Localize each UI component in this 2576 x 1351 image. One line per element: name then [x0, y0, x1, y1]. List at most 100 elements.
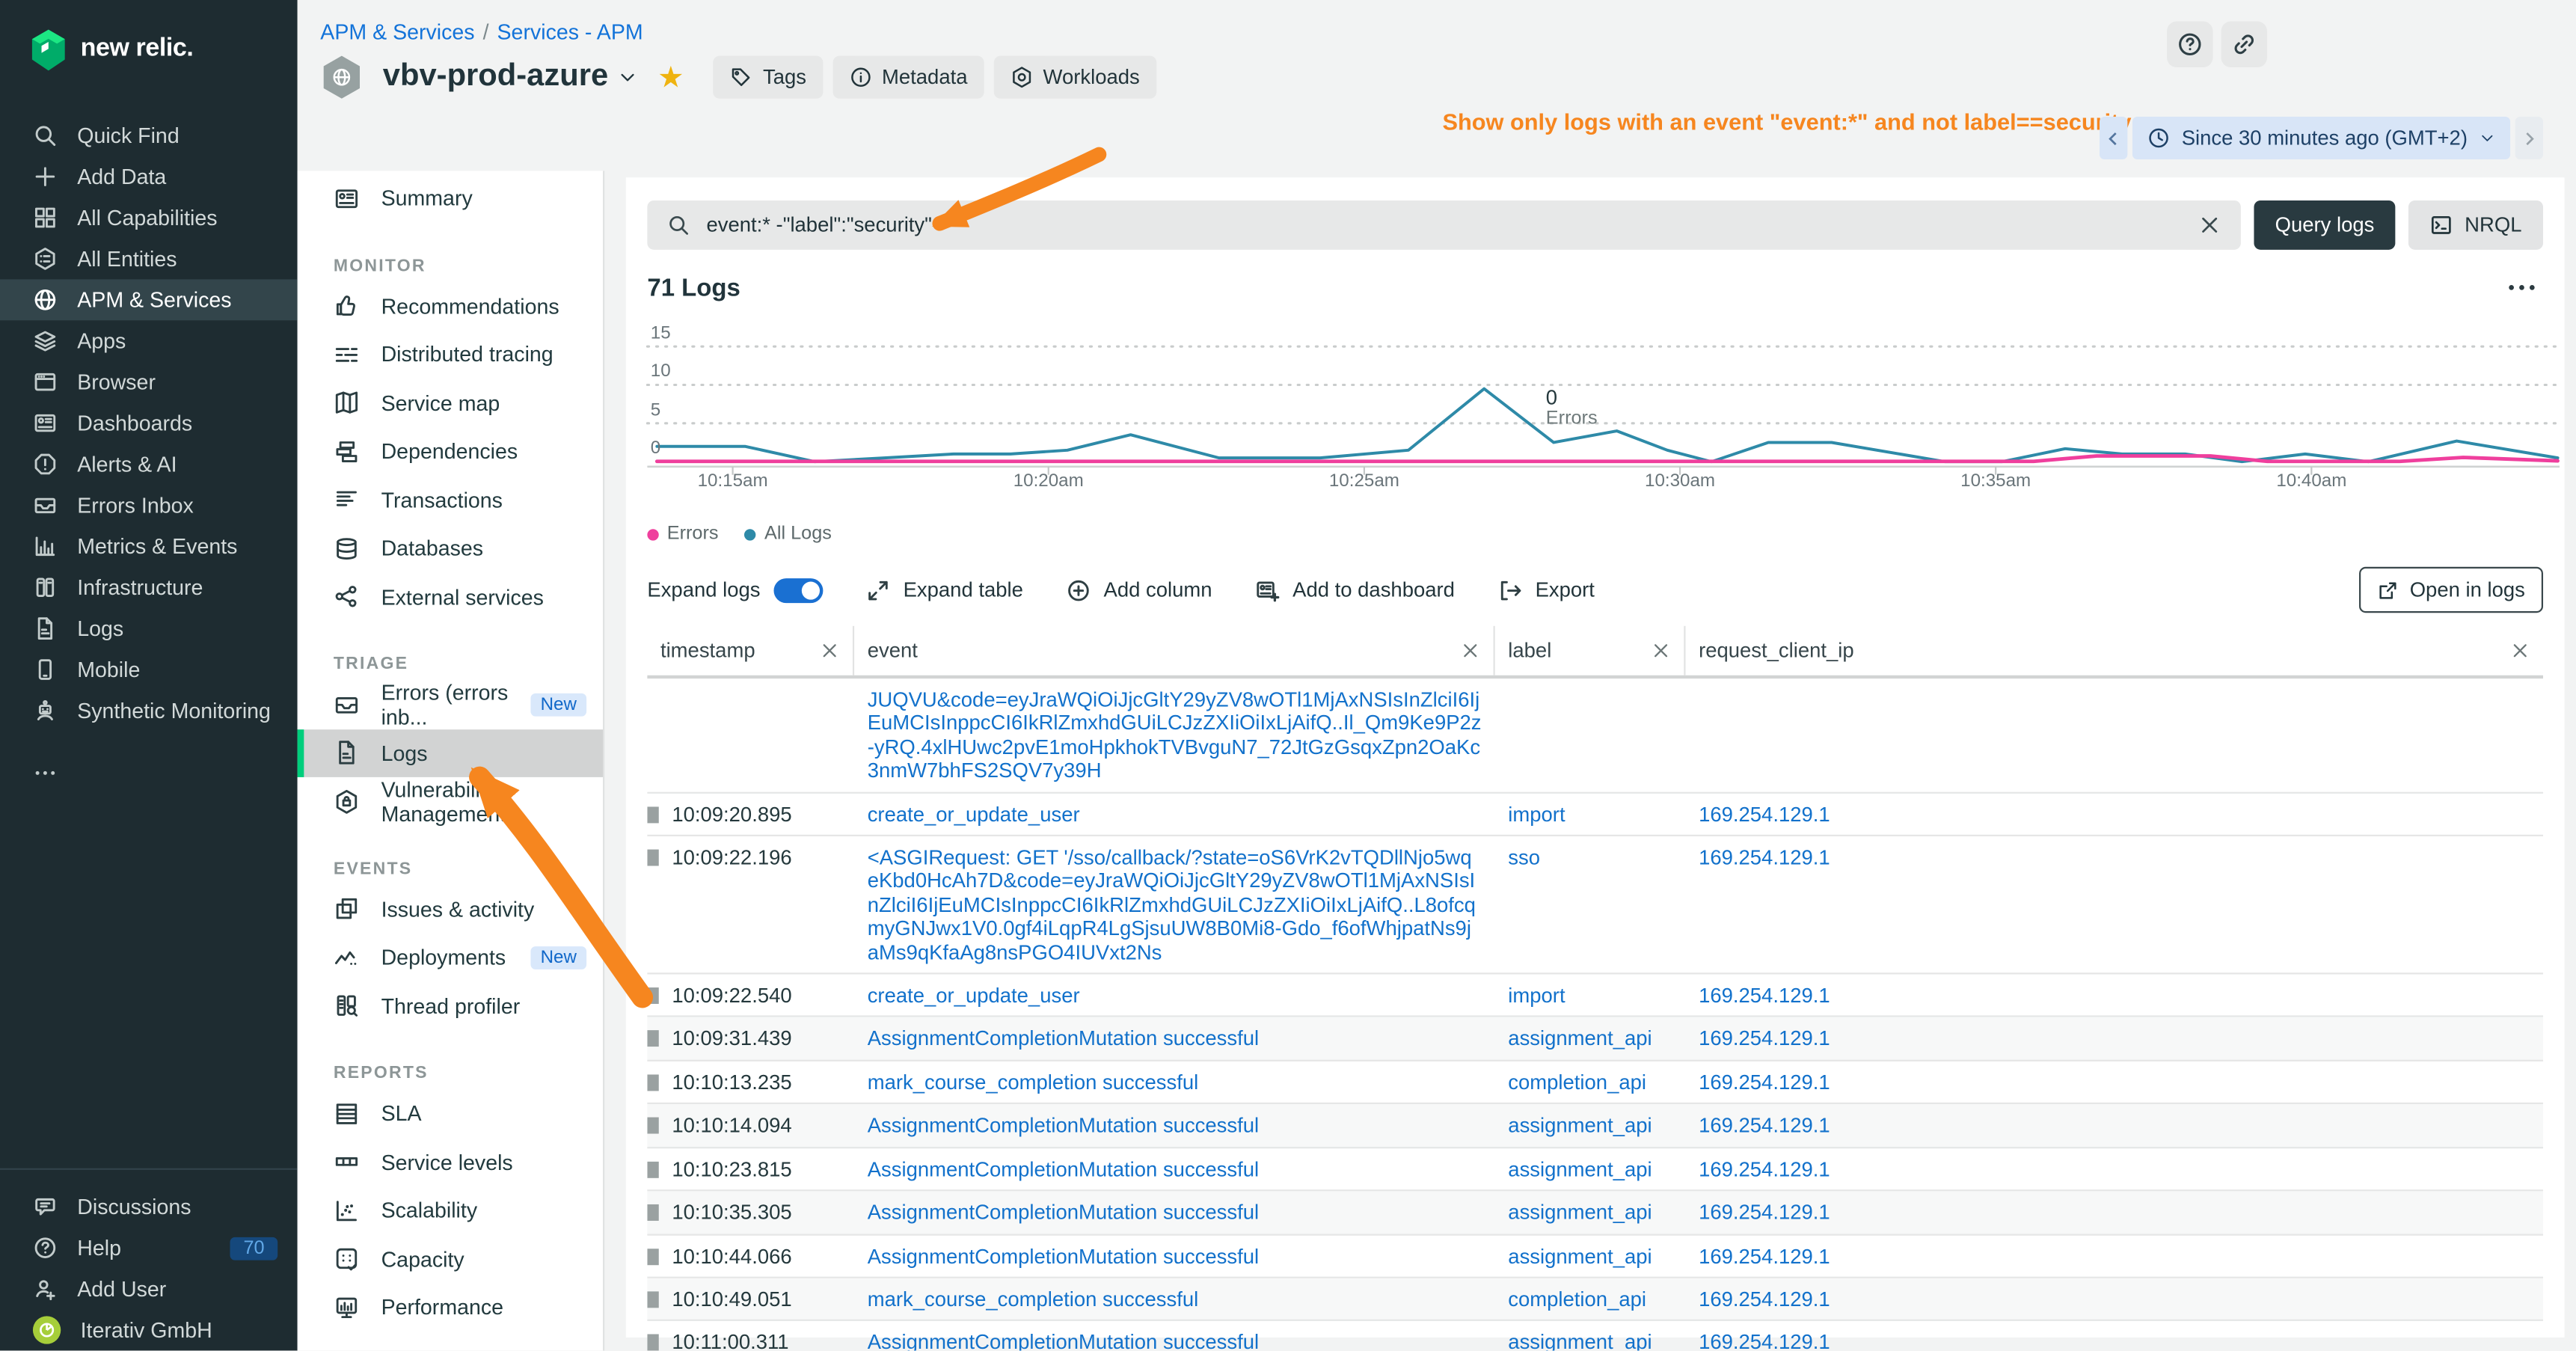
new-relic-logo[interactable]: new relic. [0, 0, 298, 79]
ip-link[interactable]: 169.254.129.1 [1699, 803, 1830, 826]
add-column-button[interactable]: Add column [1066, 578, 1212, 602]
sidebar-item-apm-services[interactable]: APM & Services [0, 279, 298, 320]
event-link[interactable]: create_or_update_user [868, 984, 1080, 1008]
log-row[interactable]: 10:10:44.066 AssignmentCompletionMutatio… [647, 1235, 2543, 1278]
sidebar-item-all-capabilities[interactable]: All Capabilities [0, 197, 298, 239]
sidebar-item-mobile[interactable]: Mobile [0, 649, 298, 690]
row-marker[interactable] [647, 1204, 658, 1221]
ip-link[interactable]: 169.254.129.1 [1699, 1158, 1830, 1181]
subnav-item-databases[interactable]: Databases [298, 524, 604, 573]
log-query-input[interactable] [703, 212, 2185, 238]
log-row[interactable]: 10:11:00.311 AssignmentCompletionMutatio… [647, 1322, 2543, 1351]
event-link[interactable]: AssignmentCompletionMutation successful [868, 1201, 1259, 1225]
ip-link[interactable]: 169.254.129.1 [1699, 1332, 1830, 1351]
event-link[interactable]: <ASGIRequest: GET '/sso/callback/?state=… [868, 846, 1476, 964]
row-marker[interactable] [647, 1248, 658, 1264]
row-marker[interactable] [647, 850, 658, 866]
remove-column-icon[interactable] [820, 641, 839, 661]
sidebar-item-infrastructure[interactable]: Infrastructure [0, 567, 298, 608]
event-link[interactable]: AssignmentCompletionMutation successful [868, 1245, 1259, 1268]
sidebar-item-add-data[interactable]: Add Data [0, 156, 298, 197]
logs-options-menu-button[interactable] [2507, 283, 2543, 292]
sidebar-item-more-options[interactable] [0, 753, 298, 794]
ip-link[interactable]: 169.254.129.1 [1699, 1115, 1830, 1138]
column-header-label[interactable]: label [1495, 626, 1686, 676]
label-link[interactable]: sso [1508, 846, 1540, 869]
time-range-next-button[interactable] [2515, 117, 2543, 159]
column-header-request-client-ip[interactable]: request_client_ip [1686, 626, 2544, 676]
event-link[interactable]: mark_course_completion successful [868, 1288, 1199, 1311]
event-link[interactable]: mark_course_completion successful [868, 1071, 1199, 1094]
log-row[interactable]: 10:09:22.196 <ASGIRequest: GET '/sso/cal… [647, 836, 2543, 975]
sidebar-item-discussions[interactable]: Discussions [0, 1186, 298, 1228]
export-button[interactable]: Export [1497, 578, 1595, 602]
subnav-item-logs[interactable]: Logs [298, 729, 604, 777]
log-row[interactable]: 10:10:35.305 AssignmentCompletionMutatio… [647, 1192, 2543, 1235]
open-in-logs-button[interactable]: Open in logs [2359, 567, 2543, 613]
subnav-item-scalability[interactable]: Scalability [298, 1186, 604, 1235]
event-link[interactable]: AssignmentCompletionMutation successful [868, 1332, 1259, 1351]
row-marker[interactable] [647, 806, 658, 823]
clear-query-icon[interactable] [2198, 214, 2221, 237]
subnav-item-recommendations[interactable]: Recommendations [298, 282, 604, 331]
subnav-item-dependencies[interactable]: Dependencies [298, 427, 604, 476]
sidebar-item-dashboards[interactable]: Dashboards [0, 402, 298, 444]
subnav-item-service-levels[interactable]: Service levels [298, 1138, 604, 1186]
subnav-item-capacity[interactable]: Capacity [298, 1235, 604, 1284]
column-header-event[interactable]: event [854, 626, 1495, 676]
subnav-item-external-services[interactable]: External services [298, 572, 604, 621]
expand-table-button[interactable]: Expand table [865, 578, 1023, 602]
log-row[interactable]: 10:09:20.895 create_or_update_user impor… [647, 793, 2543, 836]
subnav-item-issues-activity[interactable]: Issues & activity [298, 885, 604, 934]
sidebar-item-iterativ-gmbh[interactable]: Iterativ GmbH [0, 1310, 298, 1351]
row-marker[interactable] [647, 1291, 658, 1308]
log-row[interactable]: 10:10:14.094 AssignmentCompletionMutatio… [647, 1105, 2543, 1148]
sidebar-item-logs[interactable]: Logs [0, 608, 298, 649]
log-row[interactable]: 10:10:23.815 AssignmentCompletionMutatio… [647, 1148, 2543, 1192]
share-link-button[interactable] [2221, 22, 2267, 67]
log-row[interactable]: 10:10:49.051 mark_course_completion succ… [647, 1278, 2543, 1322]
label-link[interactable]: assignment_api [1508, 1028, 1652, 1051]
sidebar-item-synthetic-monitoring[interactable]: Synthetic Monitoring [0, 690, 298, 731]
event-link[interactable]: AssignmentCompletionMutation successful [868, 1028, 1259, 1051]
log-row[interactable]: JUQVU&code=eyJraWQiOiJjcGltY29yZV8wOTl1M… [647, 678, 2543, 793]
subnav-item-summary[interactable]: Summary [298, 174, 604, 223]
legend-item-errors[interactable]: Errors [647, 524, 718, 544]
event-link[interactable]: AssignmentCompletionMutation successful [868, 1158, 1259, 1181]
ip-link[interactable]: 169.254.129.1 [1699, 846, 1830, 869]
ip-link[interactable]: 169.254.129.1 [1699, 1245, 1830, 1268]
remove-column-icon[interactable] [1651, 641, 1670, 661]
subnav-item-performance[interactable]: Performance [298, 1283, 604, 1332]
query-logs-button[interactable]: Query logs [2254, 200, 2396, 250]
ip-link[interactable]: 169.254.129.1 [1699, 1201, 1830, 1225]
time-range-prev-button[interactable] [2100, 117, 2127, 159]
ip-link[interactable]: 169.254.129.1 [1699, 1071, 1830, 1094]
time-range-selector[interactable]: Since 30 minutes ago (GMT+2) [2132, 117, 2510, 159]
remove-column-icon[interactable] [1461, 641, 1480, 661]
label-link[interactable]: assignment_api [1508, 1158, 1652, 1181]
label-link[interactable]: assignment_api [1508, 1201, 1652, 1225]
ip-link[interactable]: 169.254.129.1 [1699, 1288, 1830, 1311]
logs-timeseries-chart[interactable]: 0 Errors 05101510:15am10:20am10:25am10:3… [647, 317, 2543, 501]
add-to-dashboard-button[interactable]: Add to dashboard [1255, 578, 1455, 602]
subnav-item-errors-errors-inb[interactable]: Errors (errors inb... New [298, 680, 604, 729]
toggle-on-icon[interactable] [773, 578, 823, 602]
subnav-item-transactions[interactable]: Transactions [298, 476, 604, 524]
sidebar-item-metrics-events[interactable]: Metrics & Events [0, 526, 298, 567]
row-marker[interactable] [647, 987, 658, 1004]
row-marker[interactable] [647, 1118, 658, 1134]
ip-link[interactable]: 169.254.129.1 [1699, 984, 1830, 1008]
row-marker[interactable] [647, 1074, 658, 1091]
row-marker[interactable] [647, 1161, 658, 1177]
sidebar-item-quick-find[interactable]: Quick Find [0, 115, 298, 156]
nrql-button[interactable]: NRQL [2409, 200, 2544, 250]
label-link[interactable]: completion_api [1508, 1288, 1646, 1311]
subnav-item-thread-profiler[interactable]: Thread profiler [298, 981, 604, 1030]
log-row[interactable]: 10:09:22.540 create_or_update_user impor… [647, 975, 2543, 1018]
label-link[interactable]: import [1508, 984, 1565, 1008]
workloads-button[interactable]: Workloads [994, 56, 1156, 99]
ip-link[interactable]: 169.254.129.1 [1699, 1028, 1830, 1051]
remove-column-icon[interactable] [2510, 641, 2530, 661]
event-link[interactable]: JUQVU&code=eyJraWQiOiJjcGltY29yZV8wOTl1M… [868, 688, 1482, 782]
label-link[interactable]: assignment_api [1508, 1115, 1652, 1138]
